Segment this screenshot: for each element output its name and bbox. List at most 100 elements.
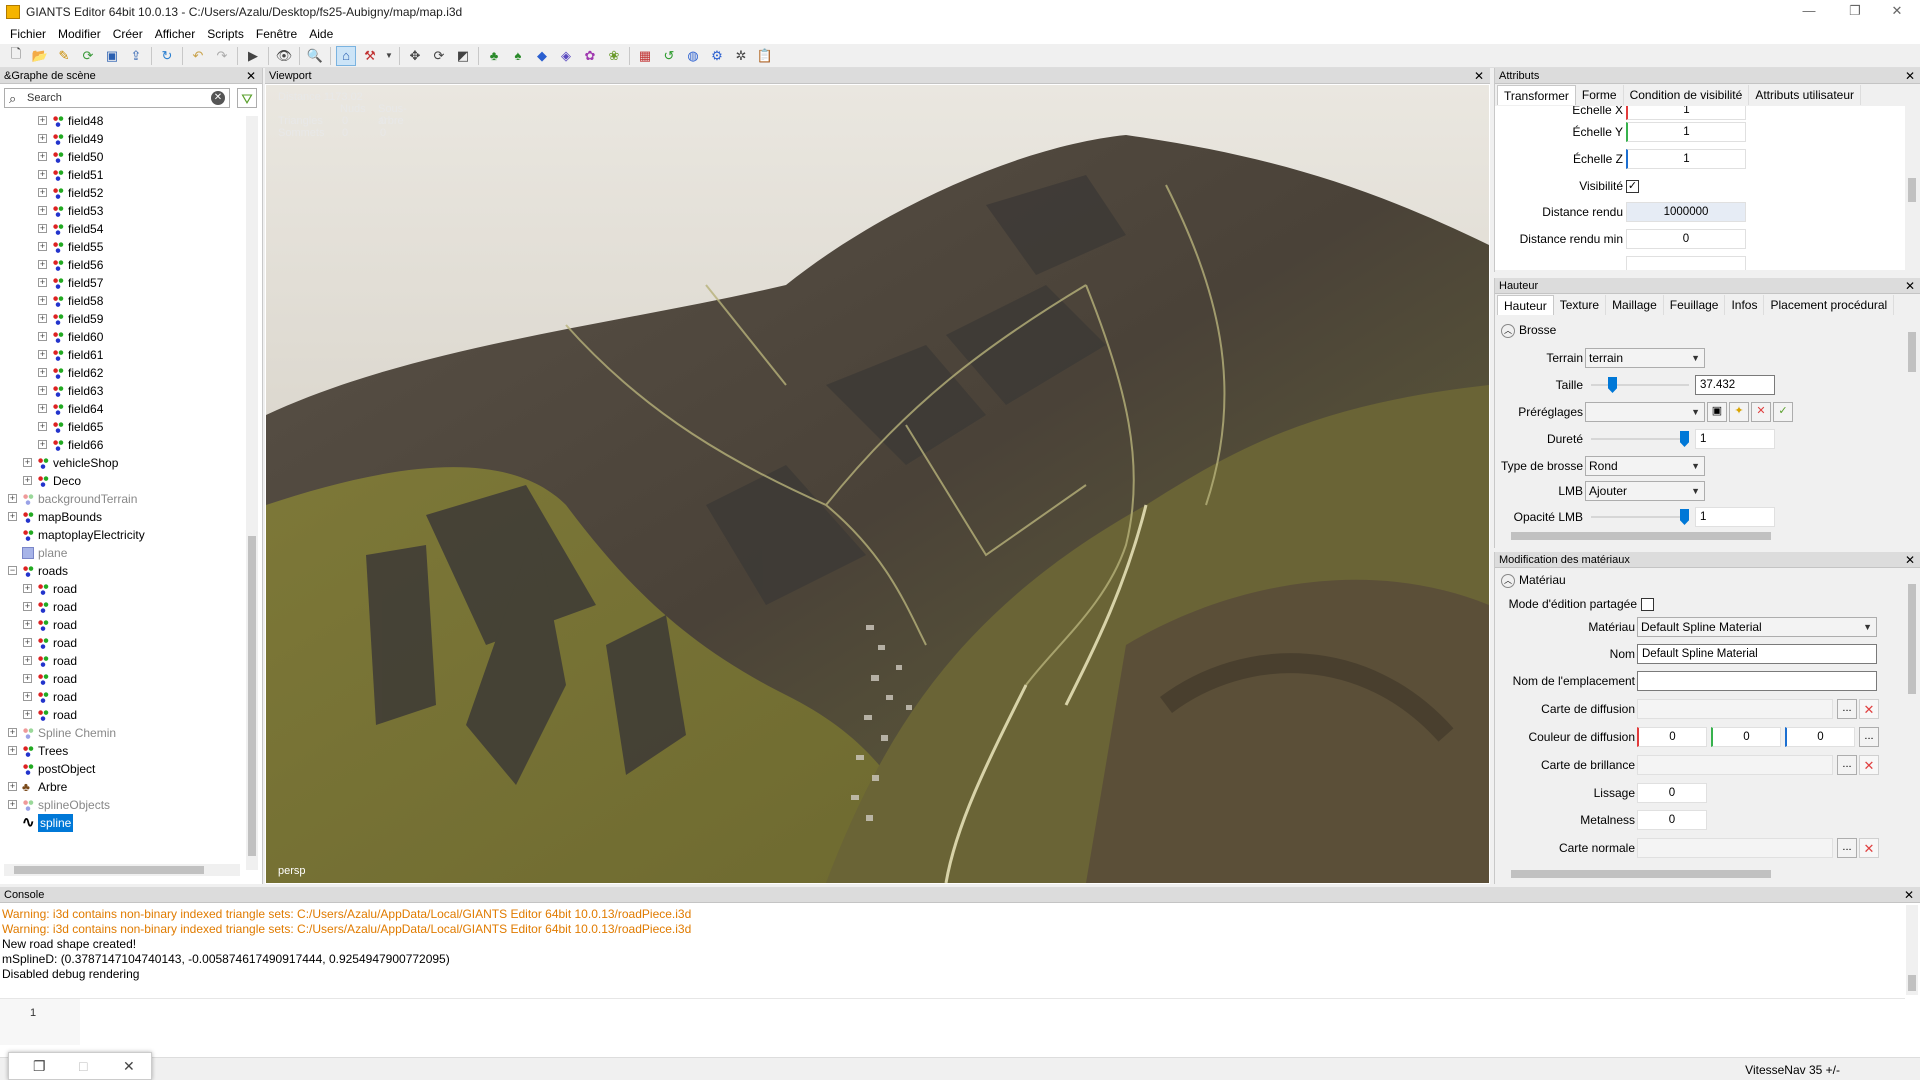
settings-gear-icon[interactable]: ⚙ (707, 46, 727, 66)
expand-node-icon[interactable]: + (38, 386, 47, 395)
expand-node-icon[interactable]: + (8, 728, 17, 737)
reload-icon[interactable]: ⟳ (78, 46, 98, 66)
expand-node-icon[interactable]: + (23, 584, 32, 593)
scrollbar-thumb[interactable] (14, 866, 204, 874)
close-icon[interactable]: ✕ (1905, 68, 1915, 84)
close-icon[interactable]: ✕ (1905, 552, 1915, 568)
scene-tree-item[interactable]: + field65 (0, 418, 244, 436)
opacite-lmb-slider[interactable] (1591, 507, 1689, 527)
save-icon[interactable]: ▣ (102, 46, 122, 66)
opacite-lmb-field[interactable]: 1 (1695, 507, 1775, 527)
browse-brillance-button[interactable]: ... (1837, 755, 1857, 775)
eye-icon[interactable]: 👁 (274, 46, 294, 66)
expand-node-icon[interactable]: + (38, 152, 47, 161)
scene-tree-item[interactable]: + road (0, 688, 244, 706)
zoom-icon[interactable]: 🔍 (305, 46, 325, 66)
clear-brillance-icon[interactable]: ✕ (1859, 755, 1879, 775)
menu-creer[interactable]: Créer (107, 27, 149, 41)
scene-tree-item[interactable]: + field66 (0, 436, 244, 454)
scrollbar-thumb[interactable] (248, 536, 256, 856)
expand-node-icon[interactable]: + (38, 260, 47, 269)
scrollbar-thumb[interactable] (1511, 532, 1771, 540)
place-foliage-icon[interactable]: ❀ (604, 46, 624, 66)
console-scrollbar[interactable] (1906, 905, 1918, 995)
nom-emplacement-field[interactable] (1637, 671, 1877, 691)
terrain-select[interactable]: terrain ▼ (1585, 348, 1705, 368)
scene-tree-item[interactable]: + field58 (0, 292, 244, 310)
delete-preset-icon[interactable]: ✕ (1751, 402, 1771, 422)
taille-field[interactable]: 37.432 (1695, 375, 1775, 395)
diffusion-g-field[interactable]: 0 (1711, 727, 1781, 747)
height-horizontal-scrollbar[interactable] (1499, 530, 1905, 542)
type-brosse-select[interactable]: Rond ▼ (1585, 456, 1705, 476)
expand-node-icon[interactable]: + (8, 494, 17, 503)
scene-tree-item[interactable]: + field56 (0, 256, 244, 274)
scene-tree-item[interactable]: + road (0, 598, 244, 616)
menu-fichier[interactable]: Fichier (4, 27, 52, 41)
scene-tree-item[interactable]: + splineObjects (0, 796, 244, 814)
expand-node-icon[interactable]: + (23, 692, 32, 701)
scene-tree-item[interactable]: + field55 (0, 238, 244, 256)
scene-vertical-scrollbar[interactable] (246, 116, 258, 870)
brosse-section[interactable]: ︿ Brosse (1501, 320, 1556, 340)
scene-tree-item[interactable]: + road (0, 670, 244, 688)
scene-tree-item[interactable]: + Trees (0, 742, 244, 760)
scene-tree-item[interactable]: + mapBounds (0, 508, 244, 526)
menu-aide[interactable]: Aide (303, 27, 339, 41)
metalness-field[interactable]: 0 (1637, 810, 1707, 830)
scene-tree-item[interactable]: + field57 (0, 274, 244, 292)
filter-icon[interactable]: ⛛ (237, 88, 257, 108)
export-icon[interactable]: ⇪ (126, 46, 146, 66)
material-icon[interactable]: ▦ (635, 46, 655, 66)
distance-rendu-field[interactable]: 1000000 (1626, 202, 1746, 222)
scene-tree-item[interactable]: + road (0, 616, 244, 634)
terrain-select-icon[interactable]: ⌂ (336, 45, 356, 66)
diffusion-r-field[interactable]: 0 (1637, 727, 1707, 747)
redo-icon[interactable]: ↷ (212, 46, 232, 66)
materiau-section[interactable]: ︿ Matériau (1501, 570, 1566, 590)
scene-tree-item[interactable]: + field64 (0, 400, 244, 418)
viewport-3d-scene[interactable]: Distance 1173.02 Nuds Sous-arbre Triangl… (266, 85, 1489, 883)
tab-forme[interactable]: Forme (1575, 85, 1624, 105)
expand-node-icon[interactable]: + (38, 422, 47, 431)
carte-brillance-field[interactable] (1637, 755, 1833, 775)
apply-preset-icon[interactable]: ✓ (1773, 402, 1793, 422)
maximize-button[interactable]: ❐ (1832, 0, 1878, 24)
minimize-button[interactable]: — (1786, 0, 1832, 24)
scene-tree-item[interactable]: + field53 (0, 202, 244, 220)
scene-tree-item[interactable]: + Deco (0, 472, 244, 490)
expand-node-icon[interactable]: + (23, 656, 32, 665)
scene-tree-item[interactable]: + field54 (0, 220, 244, 238)
scene-tree-item[interactable]: + field51 (0, 166, 244, 184)
durete-slider[interactable] (1591, 429, 1689, 449)
expand-node-icon[interactable]: + (38, 440, 47, 449)
tab-feuillage[interactable]: Feuillage (1663, 295, 1726, 315)
tab-placement-procedural[interactable]: Placement procédural (1764, 295, 1895, 315)
scene-tree-item[interactable]: plane (0, 544, 244, 562)
scene-tree-item[interactable]: + field60 (0, 328, 244, 346)
undo-icon[interactable]: ↶ (188, 46, 208, 66)
carte-normale-field[interactable] (1637, 838, 1833, 858)
rotate-icon[interactable]: ⟳ (429, 46, 449, 66)
scene-tree-item[interactable]: + field62 (0, 364, 244, 382)
scene-tree-item[interactable]: + backgroundTerrain (0, 490, 244, 508)
edit-icon[interactable]: ✎ (54, 46, 74, 66)
attributes-scrollbar[interactable] (1906, 108, 1918, 268)
pick-color-button[interactable]: ... (1859, 727, 1879, 747)
clear-search-icon[interactable]: ✕ (211, 91, 225, 105)
expand-node-icon[interactable]: + (8, 746, 17, 755)
tab-infos[interactable]: Infos (1725, 295, 1765, 315)
place-paint-icon[interactable]: ✿ (580, 46, 600, 66)
expand-node-icon[interactable]: + (38, 206, 47, 215)
distance-rendu-min-field[interactable]: 0 (1626, 229, 1746, 249)
place-tree-icon[interactable]: ♣ (484, 46, 504, 66)
expand-node-icon[interactable]: + (23, 710, 32, 719)
scrollbar-thumb[interactable] (1908, 975, 1916, 991)
scene-tree-item[interactable]: + field49 (0, 130, 244, 148)
tab-texture[interactable]: Texture (1553, 295, 1607, 315)
open-folder-icon[interactable]: 📂 (30, 46, 50, 66)
tab-hauteur[interactable]: Hauteur (1497, 295, 1554, 315)
close-icon[interactable]: ✕ (1905, 278, 1915, 294)
clipboard-icon[interactable]: 📋 (755, 46, 775, 66)
slider-handle[interactable] (1680, 509, 1689, 525)
